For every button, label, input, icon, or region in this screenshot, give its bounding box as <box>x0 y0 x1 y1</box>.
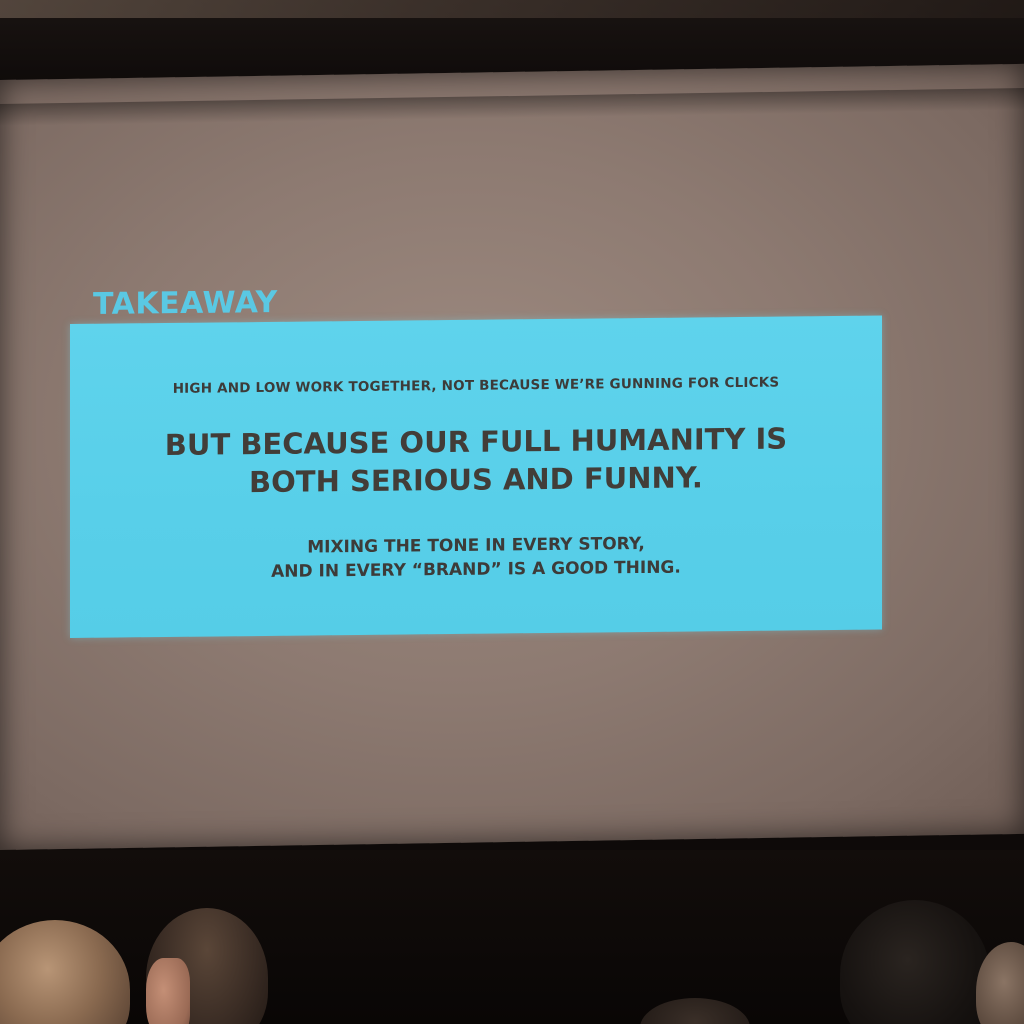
ceiling <box>0 0 1024 18</box>
audience-face <box>146 958 190 1024</box>
slide-text-box: HIGH AND LOW WORK TOGETHER, NOT BECAUSE … <box>70 315 882 638</box>
slide-secondary-statement: MIXING THE TONE IN EVERY STORY, AND IN E… <box>70 529 882 586</box>
slide-subtext: HIGH AND LOW WORK TOGETHER, NOT BECAUSE … <box>172 374 780 397</box>
slide-heading: TAKEAWAY <box>93 285 278 322</box>
presentation-photo: TAKEAWAY HIGH AND LOW WORK TOGETHER, NOT… <box>0 0 1024 1024</box>
slide-main-statement: BUT BECAUSE OUR FULL HUMANITY IS BOTH SE… <box>70 418 882 503</box>
